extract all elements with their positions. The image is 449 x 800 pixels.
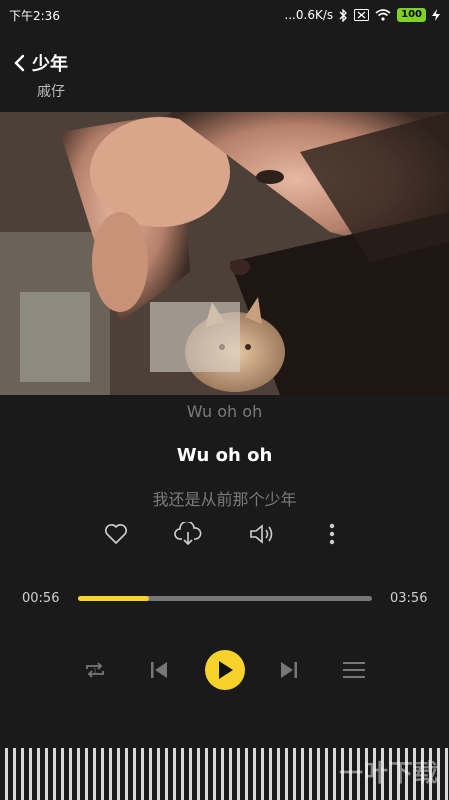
lyric-current-line: Wu oh oh xyxy=(176,445,273,466)
wave-bar xyxy=(21,748,24,800)
artwork-image xyxy=(0,112,449,395)
wave-bar xyxy=(205,748,208,800)
repeat-mode-button[interactable]: 1 xyxy=(77,652,113,688)
wave-bar xyxy=(69,748,72,800)
previous-track-button[interactable] xyxy=(141,652,177,688)
skip-previous-icon xyxy=(151,662,167,678)
wave-bar xyxy=(173,748,176,800)
wave-bar xyxy=(85,748,88,800)
more-options-button[interactable] xyxy=(315,517,349,551)
wave-bar xyxy=(269,748,272,800)
wave-bar xyxy=(117,748,120,800)
wave-bar xyxy=(5,748,8,800)
status-icons: ...0.6K/s 100 xyxy=(284,8,440,22)
album-artwork xyxy=(0,112,449,395)
song-title: 少年 xyxy=(32,54,68,75)
wave-bar xyxy=(325,748,328,800)
wave-bar xyxy=(157,748,160,800)
chevron-left-icon xyxy=(14,54,25,72)
back-button[interactable]: 少年 xyxy=(12,50,68,76)
wave-bar xyxy=(317,748,320,800)
wave-bar xyxy=(141,748,144,800)
heart-icon xyxy=(105,524,127,544)
lyric-previous-line: Wu oh oh xyxy=(186,402,263,421)
status-bar: 下午2:36 ...0.6K/s 100 xyxy=(0,0,449,30)
total-time: 03:56 xyxy=(390,591,428,606)
wave-bar xyxy=(445,748,448,800)
volume-button[interactable] xyxy=(244,517,278,551)
wave-bar xyxy=(229,748,232,800)
wave-bar xyxy=(333,748,336,800)
battery-indicator: 100 xyxy=(397,8,426,22)
elapsed-time: 00:56 xyxy=(22,591,60,606)
wave-bar xyxy=(197,748,200,800)
wave-bar xyxy=(45,748,48,800)
wave-bar xyxy=(165,748,168,800)
playlist-icon xyxy=(343,662,365,678)
wave-bar xyxy=(109,748,112,800)
download-button[interactable] xyxy=(171,517,205,551)
next-track-button[interactable] xyxy=(271,652,307,688)
wave-bar xyxy=(237,748,240,800)
action-row xyxy=(0,517,449,551)
wifi-icon xyxy=(375,9,391,21)
watermark: 一叶下载 xyxy=(339,759,439,787)
repeat-one-icon: 1 xyxy=(86,662,104,678)
progress-row: 00:56 03:56 xyxy=(0,588,449,610)
wave-bar xyxy=(309,748,312,800)
more-vertical-icon xyxy=(329,523,335,545)
wave-bar xyxy=(53,748,56,800)
wave-bar xyxy=(301,748,304,800)
svg-text:1: 1 xyxy=(93,668,97,675)
wave-bar xyxy=(189,748,192,800)
wave-bar xyxy=(13,748,16,800)
cloud-download-icon xyxy=(174,522,202,546)
player-header: 少年 戚仔 xyxy=(0,30,449,112)
wave-bar xyxy=(277,748,280,800)
playback-controls: 1 xyxy=(0,650,449,690)
skip-next-icon xyxy=(281,662,297,678)
wave-bar xyxy=(221,748,224,800)
status-time: 下午2:36 xyxy=(9,8,60,23)
wave-bar xyxy=(285,748,288,800)
wave-bar xyxy=(29,748,32,800)
wave-bar xyxy=(253,748,256,800)
bluetooth-icon xyxy=(339,8,348,22)
wave-bar xyxy=(213,748,216,800)
like-button[interactable] xyxy=(99,517,133,551)
wave-bar xyxy=(77,748,80,800)
speaker-icon xyxy=(250,524,273,544)
wave-bar xyxy=(125,748,128,800)
play-icon xyxy=(219,661,233,679)
wave-bar xyxy=(101,748,104,800)
wave-bar xyxy=(149,748,152,800)
wave-bar xyxy=(37,748,40,800)
play-button[interactable] xyxy=(205,650,245,690)
artist-name: 戚仔 xyxy=(37,84,65,100)
playlist-button[interactable] xyxy=(336,652,372,688)
wave-bar xyxy=(245,748,248,800)
wave-bar xyxy=(261,748,264,800)
network-speed: ...0.6K/s xyxy=(284,8,334,22)
no-sim-icon xyxy=(354,9,370,21)
wave-bar xyxy=(181,748,184,800)
wave-bar xyxy=(293,748,296,800)
progress-fill xyxy=(78,596,149,601)
progress-bar[interactable] xyxy=(78,596,372,601)
wave-bar xyxy=(133,748,136,800)
wave-bar xyxy=(61,748,64,800)
charging-icon xyxy=(432,9,440,21)
lyric-next-line: 我还是从前那个少年 xyxy=(152,490,297,509)
wave-bar xyxy=(93,748,96,800)
